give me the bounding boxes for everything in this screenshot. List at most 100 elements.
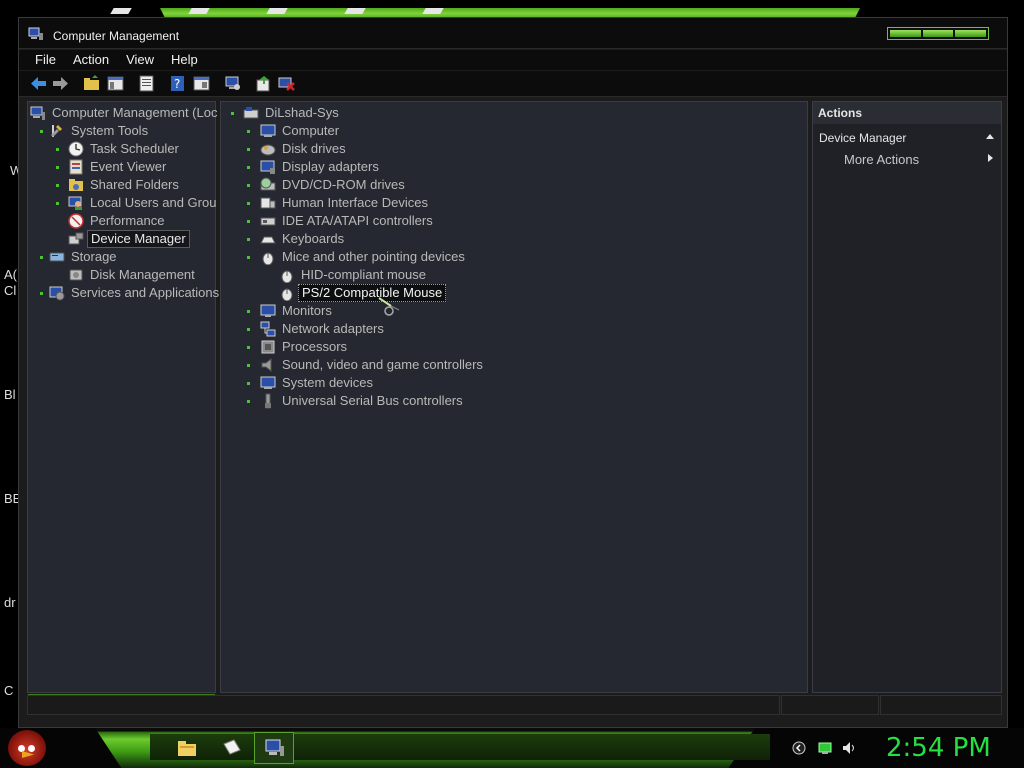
expand-dot[interactable] [56,202,59,205]
device-category-ide[interactable]: IDE ATA/ATAPI controllers [260,212,436,230]
device-category-processors[interactable]: Processors [260,338,350,356]
update-driver-icon[interactable] [255,75,272,92]
notepad-icon[interactable] [220,736,244,760]
device-category-computer[interactable]: Computer [260,122,342,140]
menu-view[interactable]: View [126,50,154,70]
explorer-folder-icon[interactable] [175,736,199,760]
expand-dot[interactable] [40,292,43,295]
expand-dot[interactable] [247,364,250,367]
expand-dot[interactable] [247,382,250,385]
menu-file[interactable]: File [35,50,56,70]
desktop-label[interactable]: dr [4,595,16,610]
tree-label: Task Scheduler [90,141,179,156]
submenu-arrow-icon[interactable] [988,154,993,162]
desktop-label[interactable]: Cl [4,283,16,298]
device-category-display-adapters[interactable]: Display adapters [260,158,382,176]
more-actions-link[interactable]: More Actions [844,152,919,167]
expand-dot[interactable] [247,400,250,403]
menu-action[interactable]: Action [73,50,109,70]
close-button[interactable] [955,30,987,37]
expand-dot[interactable] [56,184,59,187]
desktop-label[interactable]: A( [4,267,17,282]
desktop-label[interactable]: Bl [4,387,16,402]
tree-item-task-scheduler[interactable]: Task Scheduler [68,140,182,158]
properties-icon[interactable] [138,75,155,92]
tree-item-device-manager[interactable]: Device Manager [68,230,190,248]
processor-icon [261,340,275,354]
expand-dot[interactable] [247,220,250,223]
expand-dot[interactable] [247,148,250,151]
collapse-dot[interactable] [247,256,250,259]
category-label: Human Interface Devices [282,195,428,210]
tree-label: Storage [71,249,117,264]
device-category-hid[interactable]: Human Interface Devices [260,194,431,212]
device-category-monitors[interactable]: Monitors [260,302,335,320]
taskbar-clock[interactable]: 2:54 PM [886,733,991,763]
expand-dot[interactable] [40,130,43,133]
desktop-label[interactable]: C [4,683,13,698]
tree-item-system-tools[interactable]: System Tools [49,122,151,140]
tree-item-performance[interactable]: Performance [68,212,167,230]
scan-hardware-icon[interactable] [224,75,241,92]
up-folder-icon[interactable] [83,75,100,92]
device-hid-compliant-mouse[interactable]: HID-compliant mouse [279,266,429,284]
start-eye-icon [28,745,35,752]
expand-dot[interactable] [247,310,250,313]
start-button[interactable] [8,730,46,766]
expand-dot[interactable] [56,148,59,151]
actions-pane: Actions Device Manager More Actions [812,101,1002,693]
device-category-keyboards[interactable]: Keyboards [260,230,347,248]
expand-dot[interactable] [56,166,59,169]
network-status-icon[interactable] [818,741,832,755]
minimize-button[interactable] [890,30,921,37]
device-category-dvd-drives[interactable]: DVD/CD-ROM drives [260,176,408,194]
device-ps2-mouse[interactable]: PS/2 Compatible Mouse [279,284,447,302]
device-tree-root[interactable]: DiLshad-Sys [243,104,342,122]
device-category-sound[interactable]: Sound, video and game controllers [260,356,486,374]
taskbar-active-app[interactable] [254,732,294,764]
actions-section-device-manager[interactable]: Device Manager [813,126,1001,148]
expand-dot[interactable] [247,202,250,205]
show-hide-tree-icon[interactable] [107,75,124,92]
volume-icon[interactable] [842,741,856,755]
tray-arrow-icon[interactable] [792,741,806,755]
tree-item-local-users[interactable]: Local Users and Grou [68,194,219,212]
forward-arrow-icon[interactable] [52,75,69,92]
tree-item-shared-folders[interactable]: Shared Folders [68,176,182,194]
tree-item-event-viewer[interactable]: Event Viewer [68,158,169,176]
device-category-system[interactable]: System devices [260,374,376,392]
expand-dot[interactable] [247,238,250,241]
tree-item-storage[interactable]: Storage [49,248,120,266]
device-category-usb[interactable]: Universal Serial Bus controllers [260,392,466,410]
device-category-disk-drives[interactable]: Disk drives [260,140,349,158]
device-category-mice[interactable]: Mice and other pointing devices [260,248,468,266]
menu-help[interactable]: Help [171,50,198,70]
tree-item-services-applications[interactable]: Services and Applications [49,284,222,302]
computer-management-icon [30,106,45,120]
performance-icon [68,213,84,229]
expand-dot[interactable] [40,256,43,259]
expand-dot[interactable] [247,328,250,331]
maximize-button[interactable] [922,30,954,37]
back-arrow-icon[interactable] [30,75,47,92]
tree-item-disk-management[interactable]: Disk Management [68,266,198,284]
device-category-network[interactable]: Network adapters [260,320,387,338]
collapse-arrow-icon[interactable] [986,134,994,139]
expand-dot[interactable] [247,166,250,169]
expand-dot[interactable] [231,112,234,115]
display-adapter-icon [260,160,275,174]
event-viewer-icon [69,159,83,175]
uninstall-icon[interactable] [278,75,295,92]
help-icon[interactable]: ? [169,75,186,92]
expand-dot[interactable] [247,184,250,187]
tree-item-computer-management[interactable]: Computer Management (Loc [30,104,220,122]
category-label: Monitors [282,303,332,318]
taskbar: 2:54 PM [0,728,1024,768]
start-beak-icon [22,751,34,758]
disk-drive-icon [260,144,276,156]
device-label: PS/2 Compatible Mouse [298,284,447,302]
expand-dot[interactable] [247,130,250,133]
view-icon[interactable] [193,75,210,92]
expand-dot[interactable] [247,346,250,349]
title-bar[interactable]: Computer Management [19,18,1007,49]
